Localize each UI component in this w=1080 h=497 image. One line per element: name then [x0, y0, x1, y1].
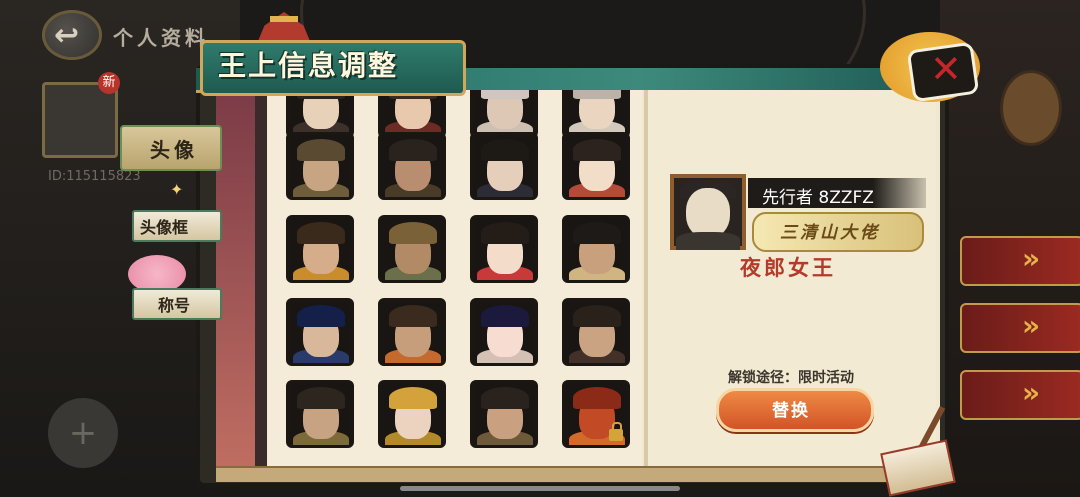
character-name: 夜郎女王 — [740, 256, 836, 280]
avatar-option[interactable] — [562, 132, 630, 200]
new-badge: 新 — [98, 72, 120, 94]
tab-title-label: 称号 — [158, 296, 191, 315]
avatar-hair — [297, 139, 345, 161]
chevron-right-icon: » — [1022, 309, 1041, 342]
avatar-hair — [573, 90, 621, 99]
avatar-hair — [573, 139, 621, 161]
avatar-option[interactable] — [286, 380, 354, 448]
avatar-hair — [481, 90, 529, 99]
background-menu-button-2[interactable]: » — [960, 303, 1080, 353]
avatar-option[interactable] — [286, 90, 354, 138]
dialog-bottom-edge — [216, 466, 942, 482]
tab-avatar-label: 头像 — [150, 138, 198, 162]
title-plaque-text: 三清山大佬 — [780, 223, 880, 243]
lantern-icon — [1000, 70, 1062, 146]
avatar-option[interactable] — [562, 298, 630, 366]
avatar-option[interactable] — [378, 132, 446, 200]
avatar-option[interactable] — [378, 380, 446, 448]
chevron-right-icon: » — [1022, 242, 1041, 275]
avatar-hair — [389, 305, 437, 327]
avatar-option[interactable] — [562, 380, 630, 448]
avatar-hair — [389, 387, 437, 409]
background-menu-button-1[interactable]: » — [960, 236, 1080, 286]
avatar-grid[interactable] — [268, 90, 642, 468]
avatar-hair — [389, 222, 437, 244]
selected-avatar-face — [686, 188, 730, 238]
avatar-hair — [297, 222, 345, 244]
avatar-hair — [481, 222, 529, 244]
home-indicator — [400, 486, 680, 491]
avatar-hair — [481, 305, 529, 327]
avatar-option[interactable] — [470, 132, 538, 200]
replace-button-label: 替换 — [772, 401, 810, 421]
selected-avatar-body — [676, 232, 740, 250]
dialog-title: 王上信息调整 — [218, 49, 399, 82]
avatar-option[interactable] — [562, 90, 630, 138]
avatar-hair — [297, 387, 345, 409]
avatar-hair — [481, 139, 529, 161]
avatar-option[interactable] — [470, 380, 538, 448]
tab-avatar-frame-label: 头像框 — [140, 218, 189, 237]
avatar-option[interactable] — [286, 215, 354, 283]
plus-button[interactable]: + — [48, 398, 118, 468]
avatar-hair — [389, 139, 437, 161]
avatar-hair — [573, 222, 621, 244]
unlock-method: 解锁途径：限时活动 — [728, 370, 854, 386]
avatar-hair — [573, 387, 621, 409]
avatar-option[interactable] — [378, 298, 446, 366]
avatar-hair — [573, 305, 621, 327]
background-page-title: 个人资料 — [113, 26, 209, 50]
avatar-option[interactable] — [562, 215, 630, 283]
avatar-option[interactable] — [378, 215, 446, 283]
avatar-option[interactable] — [470, 90, 538, 138]
pavilion-roof-ridge — [270, 16, 298, 22]
close-icon: ✕ — [930, 47, 962, 91]
sparkle-icon: ✦ — [170, 180, 184, 199]
avatar-option[interactable] — [470, 298, 538, 366]
player-name: 先行者 8ZZFZ — [762, 188, 874, 208]
avatar-option[interactable] — [470, 215, 538, 283]
avatar-option[interactable] — [378, 90, 446, 138]
dialog-left-strip-shadow — [255, 90, 267, 480]
lock-icon — [609, 422, 623, 441]
avatar-hair — [297, 305, 345, 327]
avatar-option[interactable] — [286, 132, 354, 200]
avatar-option[interactable] — [286, 298, 354, 366]
chevron-right-icon: » — [1022, 376, 1041, 409]
background-menu-button-3[interactable]: » — [960, 370, 1080, 420]
avatar-hair — [481, 387, 529, 409]
back-arrow-icon: ↩ — [54, 18, 80, 53]
user-id-label: ID:115115823 — [48, 169, 141, 184]
